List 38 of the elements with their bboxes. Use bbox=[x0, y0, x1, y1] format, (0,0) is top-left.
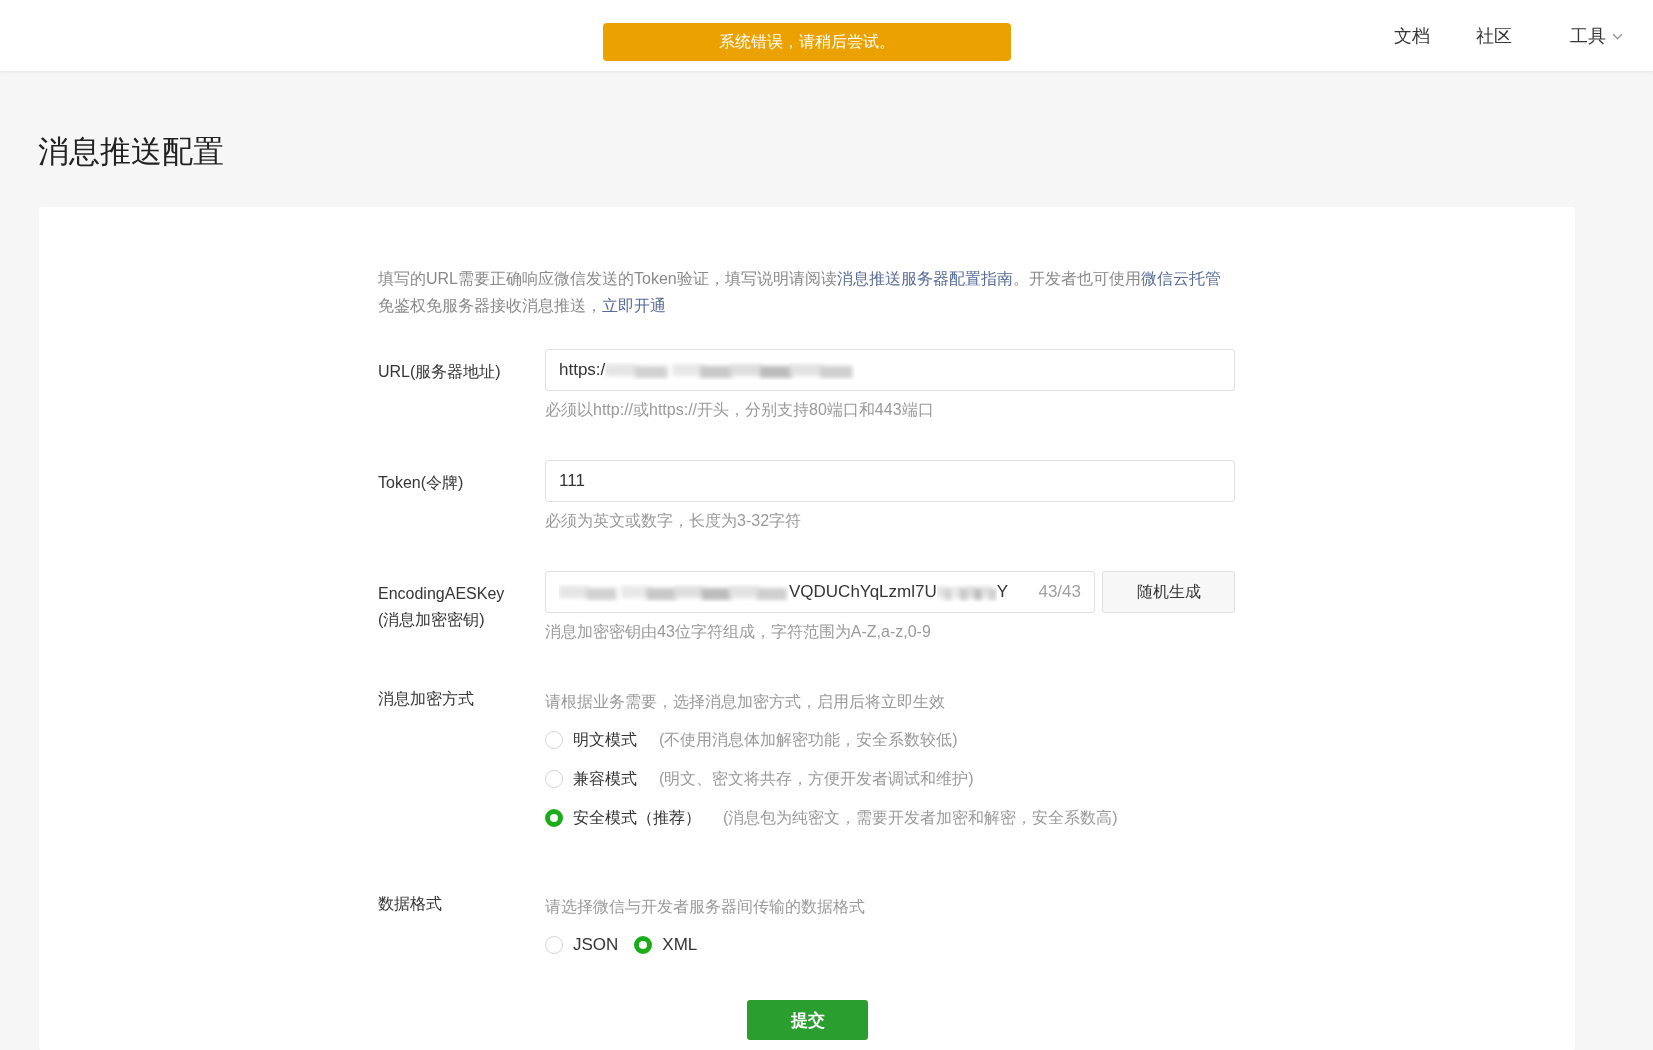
field-label: 数据格式 bbox=[378, 894, 443, 914]
character-count: 43/43 bbox=[1037, 582, 1081, 602]
generate-button[interactable]: 随机生成 bbox=[1102, 571, 1235, 613]
input-field[interactable]: https:/ bbox=[545, 349, 1235, 391]
option-label[interactable]: 兼容模式 bbox=[573, 768, 637, 790]
field-label: Token(令牌) bbox=[378, 473, 465, 493]
radio-button[interactable] bbox=[545, 809, 563, 827]
field-label: 消息加密方式 bbox=[378, 689, 475, 709]
hint-text: 请根据业务需要，选择消息加密方式，启用后将立即生效 bbox=[545, 692, 946, 712]
intro-text: 填写的URL需要正确响应微信发送的Token验证，填写说明请阅读消息推送服务器配置指南。开发者也可使用微信云托管 免鉴权免服务器接收消息推送，立即开通 bbox=[378, 269, 1222, 316]
page-title: 消息推送配置 bbox=[38, 133, 225, 171]
radio-button[interactable] bbox=[545, 731, 563, 749]
field-label: EncodingAESKey (消息加密密钥) bbox=[378, 584, 506, 630]
option-label[interactable]: JSON bbox=[573, 934, 619, 956]
link[interactable]: 立即开通 bbox=[602, 297, 666, 314]
radio-button[interactable] bbox=[634, 936, 653, 954]
option-note: (消息包为纯密文，需要开发者加密和解密，安全系数高) bbox=[723, 808, 1118, 828]
option-label[interactable]: XML bbox=[662, 934, 698, 956]
error-toast: 系统错误，请稍后尝试。 bbox=[603, 23, 1011, 61]
hint-text: 必须为英文或数字，长度为3-32字符 bbox=[545, 511, 803, 531]
hint-text: 消息加密密钥由43位字符组成，字符范围为A-Z,a-z,0-9 bbox=[545, 622, 932, 642]
nav-link[interactable]: 文档 bbox=[1394, 24, 1430, 48]
link[interactable]: 微信云托管 bbox=[1140, 270, 1221, 287]
nav-menu[interactable]: 工具 bbox=[1570, 24, 1623, 48]
field-label: URL(服务器地址) bbox=[378, 362, 502, 382]
option-note: (明文、密文将共存，方便开发者调试和维护) bbox=[659, 769, 974, 789]
radio-button[interactable] bbox=[545, 770, 563, 788]
hint-text: 必须以http://或https://开头，分别支持80端口和443端口 bbox=[545, 400, 935, 420]
radio-button[interactable] bbox=[545, 936, 563, 954]
link[interactable]: 消息推送服务器配置指南 bbox=[836, 270, 1013, 287]
input-field[interactable]: 111 bbox=[545, 460, 1235, 502]
input-field[interactable]: VQDUChYqLzml7U Y 43/43 bbox=[545, 571, 1095, 613]
chevron-down-icon bbox=[1612, 32, 1623, 40]
option-note: (不使用消息体加解密功能，安全系数较低) bbox=[659, 730, 958, 750]
hint-text: 请选择微信与开发者服务器间传输的数据格式 bbox=[545, 897, 866, 917]
nav-link[interactable]: 社区 bbox=[1476, 24, 1512, 48]
option-label[interactable]: 安全模式（推荐） bbox=[573, 807, 701, 829]
option-label[interactable]: 明文模式 bbox=[573, 729, 637, 751]
